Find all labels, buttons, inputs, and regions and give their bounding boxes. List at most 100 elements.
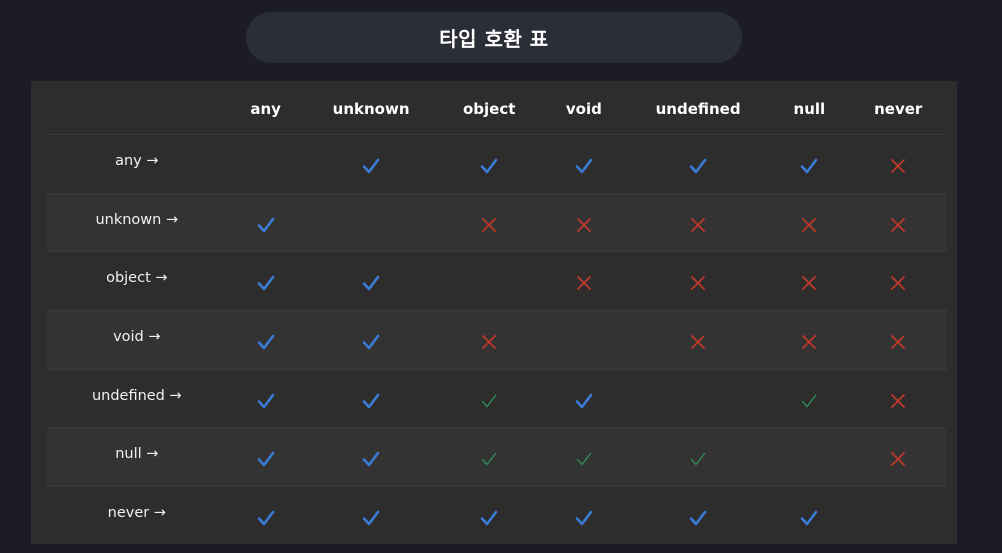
- column-header-never: never: [874, 99, 923, 118]
- cell-void-to-object: [437, 311, 540, 369]
- check-icon: [361, 449, 381, 469]
- check-icon: [256, 508, 276, 528]
- header-corner: [47, 81, 227, 134]
- cross-icon: [688, 273, 708, 293]
- page-title: 타입 호환 표: [246, 12, 742, 63]
- row-label-never: never →: [107, 505, 166, 522]
- cell-null-to-object: [437, 428, 540, 486]
- check-icon: [688, 508, 708, 528]
- cell-null-to-never: [849, 428, 947, 486]
- cross-icon: [888, 156, 908, 176]
- cell-object-to-void: [541, 252, 627, 310]
- cell-undefined-to-void: [541, 370, 627, 428]
- check-icon: [479, 508, 499, 528]
- cell-any-to-any: [227, 135, 305, 193]
- cell-void-to-unknown: [305, 311, 438, 369]
- cell-null-to-null: [769, 428, 849, 486]
- check-icon: [256, 215, 276, 235]
- cell-never-to-object: [437, 487, 540, 546]
- cell-null-to-any: [227, 428, 305, 486]
- cell-unknown-to-undefined: [627, 194, 770, 252]
- compatibility-table-panel: any unknown object void undefined null n…: [31, 81, 957, 544]
- cell-void-to-never: [849, 311, 947, 369]
- cross-icon: [799, 332, 819, 352]
- row-label-unknown: unknown →: [95, 211, 179, 228]
- check-icon: [256, 391, 276, 411]
- table-row-undefined: undefined →: [47, 370, 947, 429]
- cell-unknown-to-void: [541, 194, 627, 252]
- cell-undefined-to-never: [849, 370, 947, 428]
- column-header-object: object: [462, 99, 516, 118]
- cell-any-to-unknown: [305, 135, 438, 193]
- cell-undefined-to-null: [769, 370, 849, 428]
- cell-unknown-to-any: [227, 194, 305, 252]
- cross-icon: [888, 391, 908, 411]
- thin-check-icon: [799, 391, 819, 411]
- cross-icon: [688, 332, 708, 352]
- row-label-undefined: undefined →: [91, 387, 182, 404]
- check-icon: [799, 156, 819, 176]
- column-header-unknown: unknown: [332, 99, 410, 118]
- check-icon: [361, 273, 381, 293]
- check-icon: [361, 508, 381, 528]
- row-label-any: any →: [115, 152, 159, 169]
- cell-object-to-object: [437, 252, 540, 310]
- cell-object-to-undefined: [627, 252, 770, 310]
- column-header-undefined: undefined: [655, 99, 741, 118]
- cross-icon: [888, 273, 908, 293]
- check-icon: [688, 156, 708, 176]
- check-icon: [256, 449, 276, 469]
- cell-any-to-object: [437, 135, 540, 193]
- cell-never-to-never: [849, 487, 947, 546]
- cell-unknown-to-null: [769, 194, 849, 252]
- table-row-any: any →: [47, 135, 947, 194]
- cell-null-to-void: [541, 428, 627, 486]
- app-stage: 타입 호환 표 any unknown object void undefine…: [0, 0, 1002, 553]
- check-icon: [361, 391, 381, 411]
- cell-any-to-undefined: [627, 135, 770, 193]
- check-icon: [361, 156, 381, 176]
- cell-never-to-undefined: [627, 487, 770, 546]
- cross-icon: [888, 332, 908, 352]
- cross-icon: [574, 215, 594, 235]
- row-label-null: null →: [115, 446, 159, 463]
- cross-icon: [688, 215, 708, 235]
- cell-never-to-any: [227, 487, 305, 546]
- cell-never-to-void: [541, 487, 627, 546]
- check-icon: [574, 391, 594, 411]
- cell-never-to-unknown: [305, 487, 438, 546]
- check-icon: [256, 332, 276, 352]
- cross-icon: [888, 215, 908, 235]
- cell-any-to-null: [769, 135, 849, 193]
- column-header-void: void: [565, 99, 602, 118]
- cell-undefined-to-unknown: [305, 370, 438, 428]
- column-header-any: any: [250, 99, 281, 118]
- compatibility-table: any unknown object void undefined null n…: [47, 81, 947, 546]
- cell-null-to-unknown: [305, 428, 438, 486]
- thin-check-icon: [688, 449, 708, 469]
- cell-unknown-to-unknown: [305, 194, 438, 252]
- cell-void-to-any: [227, 311, 305, 369]
- cell-void-to-undefined: [627, 311, 770, 369]
- check-icon: [574, 156, 594, 176]
- cell-object-to-never: [849, 252, 947, 310]
- cell-unknown-to-object: [437, 194, 540, 252]
- column-header-null: null: [793, 99, 826, 118]
- cross-icon: [888, 449, 908, 469]
- table-row-unknown: unknown →: [47, 193, 947, 253]
- cell-null-to-undefined: [627, 428, 770, 486]
- cell-void-to-null: [769, 311, 849, 369]
- cell-undefined-to-object: [437, 370, 540, 428]
- cell-never-to-null: [769, 487, 849, 546]
- cross-icon: [799, 273, 819, 293]
- row-label-object: object →: [106, 270, 168, 287]
- row-label-void: void →: [113, 328, 161, 345]
- check-icon: [256, 273, 276, 293]
- cell-undefined-to-undefined: [627, 370, 770, 428]
- cell-unknown-to-never: [849, 194, 947, 252]
- table-row-never: never →: [47, 487, 947, 546]
- cell-void-to-void: [541, 311, 627, 369]
- table-row-object: object →: [47, 252, 947, 312]
- table-row-null: null →: [47, 428, 947, 488]
- table-header-row: any unknown object void undefined null n…: [47, 81, 947, 135]
